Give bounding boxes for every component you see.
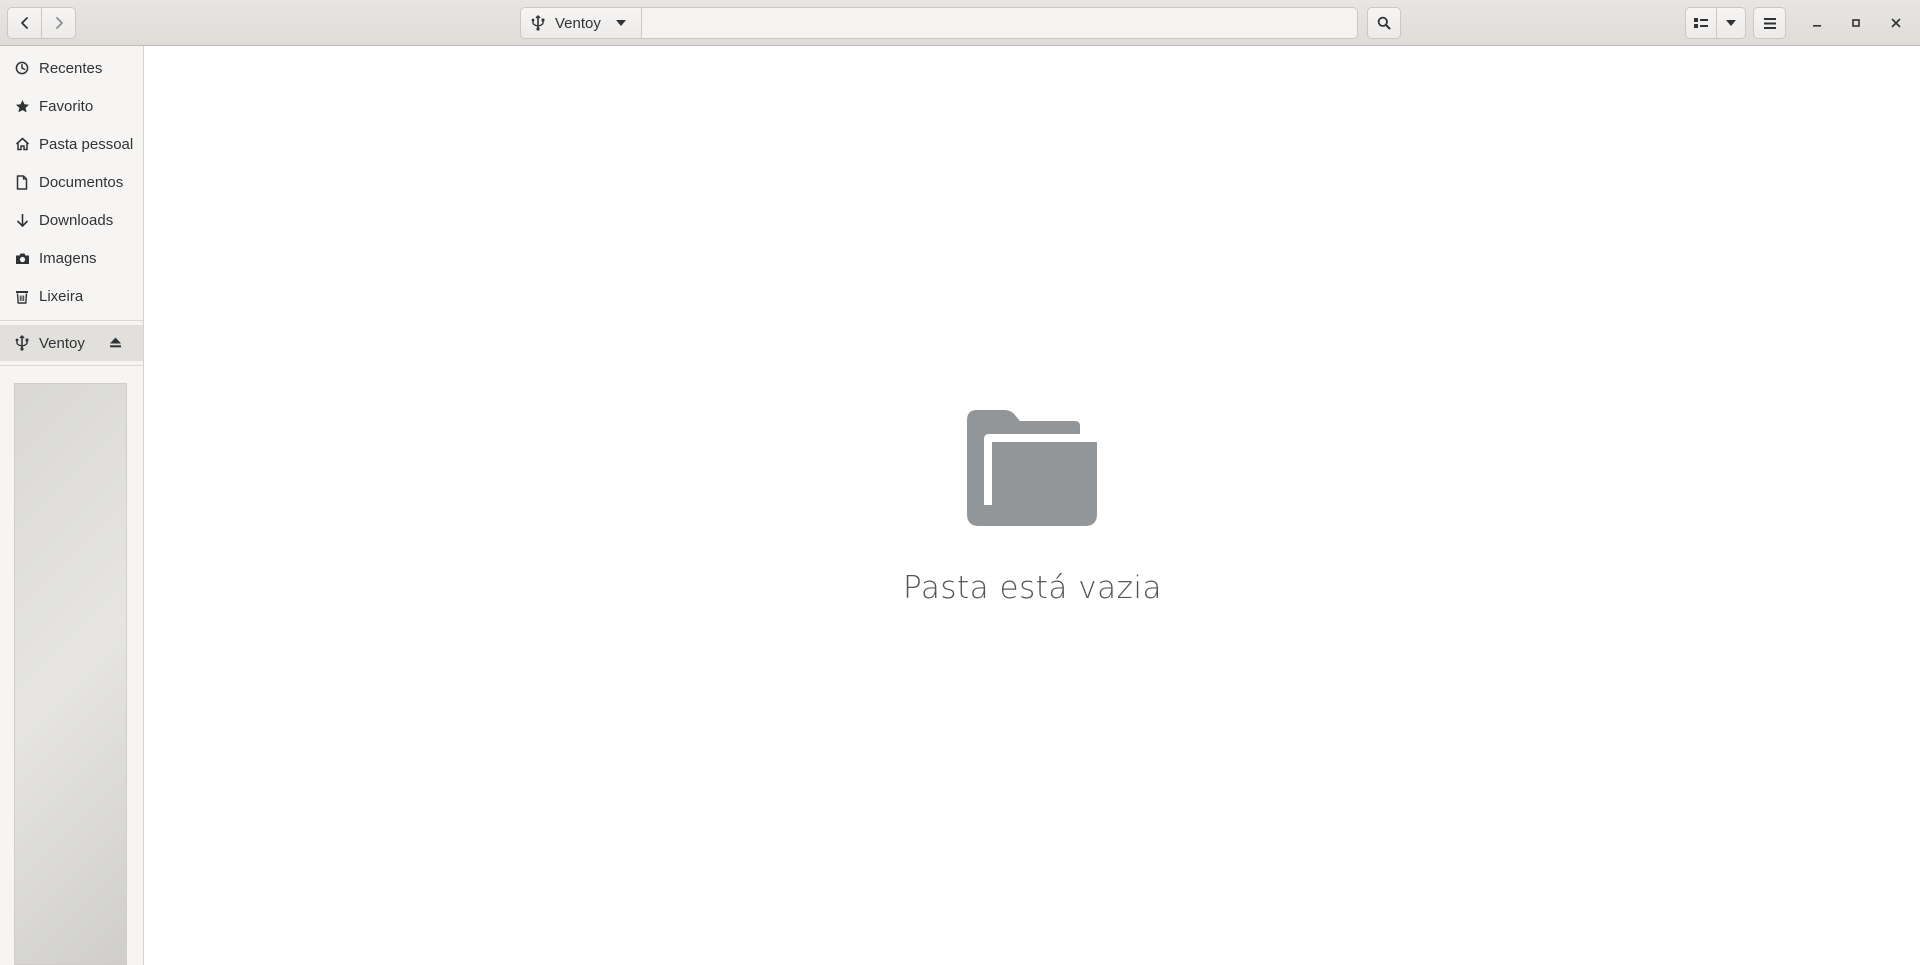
forward-button[interactable] — [42, 7, 76, 39]
back-button[interactable] — [7, 7, 42, 39]
sidebar-empty-area — [14, 383, 127, 965]
location-entry[interactable] — [641, 7, 1358, 39]
path-bar-label: Ventoy — [555, 14, 601, 32]
sidebar-item-ventoy[interactable]: Ventoy — [0, 325, 143, 361]
maximize-icon — [1852, 19, 1860, 27]
sidebar-item-lixeira[interactable]: Lixeira — [0, 278, 143, 314]
sidebar-item-label: Favorito — [39, 97, 94, 115]
sidebar-separator — [0, 365, 143, 366]
close-button[interactable] — [1882, 9, 1910, 37]
maximize-button[interactable] — [1842, 9, 1870, 37]
trash-icon — [14, 288, 30, 304]
sidebar-item-label: Ventoy — [39, 334, 85, 352]
sidebar-separator — [0, 320, 143, 321]
minimize-button[interactable] — [1803, 9, 1831, 37]
chevron-left-icon — [20, 17, 28, 29]
camera-icon — [14, 250, 30, 266]
sidebar-item-recentes[interactable]: Recentes — [0, 50, 143, 86]
header-bar: Ventoy — [0, 0, 1920, 46]
eject-icon[interactable] — [109, 335, 122, 352]
document-icon — [14, 174, 30, 190]
sidebar: Recentes Favorito Pasta pessoal Document… — [0, 46, 144, 965]
path-bar-button[interactable]: Ventoy — [520, 7, 642, 39]
sidebar-item-label: Lixeira — [39, 287, 84, 305]
sidebar-item-imagens[interactable]: Imagens — [0, 240, 143, 276]
empty-folder-message: Pasta está vazia — [903, 570, 1162, 606]
search-button[interactable] — [1367, 7, 1401, 39]
sidebar-item-pasta-pessoal[interactable]: Pasta pessoal — [0, 126, 143, 162]
sidebar-item-documentos[interactable]: Documentos — [0, 164, 143, 200]
chevron-right-icon — [55, 17, 63, 29]
usb-icon — [14, 335, 30, 351]
sidebar-item-label: Recentes — [39, 59, 103, 77]
clock-icon — [14, 60, 30, 76]
view-options-button[interactable] — [1717, 7, 1746, 39]
usb-icon — [531, 15, 545, 31]
search-icon — [1377, 16, 1391, 30]
view-mode-button[interactable] — [1685, 7, 1717, 39]
star-icon — [14, 98, 30, 114]
close-icon — [1891, 18, 1901, 28]
sidebar-item-label: Pasta pessoal — [39, 135, 134, 153]
minimize-icon — [1813, 25, 1821, 27]
sidebar-item-downloads[interactable]: Downloads — [0, 202, 143, 238]
sidebar-item-label: Documentos — [39, 173, 124, 191]
main-menu-button[interactable] — [1753, 7, 1786, 39]
sidebar-item-label: Imagens — [39, 249, 97, 267]
home-icon — [14, 136, 30, 152]
triangle-down-icon — [1726, 20, 1736, 26]
hamburger-menu-icon — [1763, 17, 1776, 29]
folder-icon — [967, 410, 1097, 526]
sidebar-item-favorito[interactable]: Favorito — [0, 88, 143, 124]
list-view-icon — [1694, 18, 1708, 28]
triangle-down-icon — [615, 20, 626, 26]
download-icon — [14, 212, 30, 228]
file-view[interactable]: Pasta está vazia — [145, 46, 1920, 965]
sidebar-item-label: Downloads — [39, 211, 114, 229]
